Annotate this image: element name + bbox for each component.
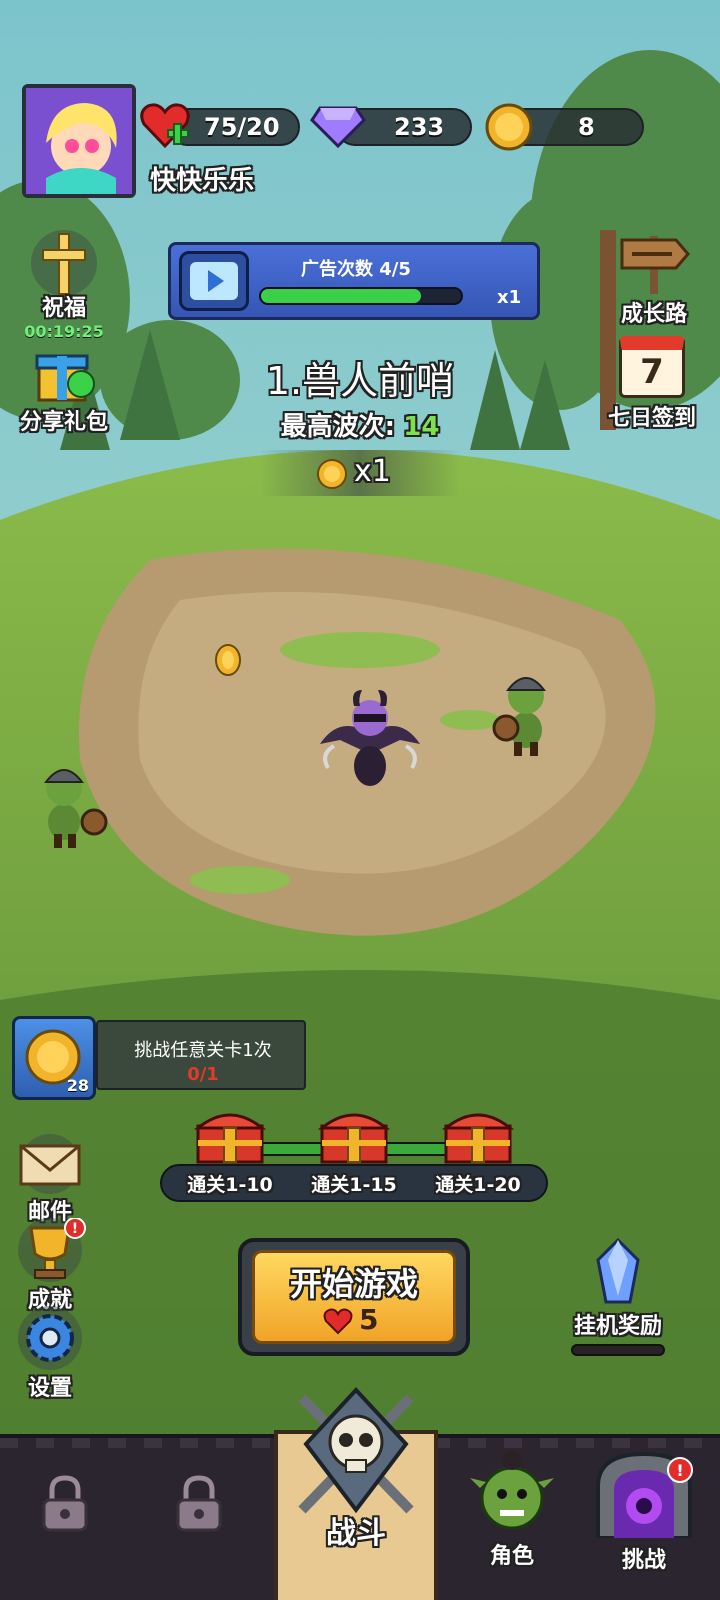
best-wave: 最高波次: 14 [0,406,720,443]
milestone-label: 通关1-15 [311,1174,397,1196]
treasure-chest-icon [193,1113,267,1164]
game-scene: 快快乐乐 75/20 233 8 祝福 00:19:25 分享礼包 广告次数 4… [0,0,720,1600]
start-game-button[interactable]: 开始游戏 5 [238,1238,470,1356]
avatar-portrait-icon [26,88,132,194]
nav-character-tab[interactable]: 角色 [470,1448,554,1588]
ad-multiplier: x1 [497,287,522,308]
gear-icon [18,1306,82,1370]
nav-locked-slot-2[interactable] [172,1474,226,1534]
stage-coin-reward-value: x1 [354,454,391,489]
idle-reward-button[interactable]: 挂机奖励 [562,1236,674,1356]
skull-swords-icon [298,1387,414,1514]
trophy-icon: ! [18,1218,86,1282]
heart-plus-icon[interactable] [140,100,190,152]
quest-reward-count: 28 [66,1076,89,1095]
lock-icon [42,1475,88,1532]
settings-label: 设置 [27,1376,72,1401]
quest-progress: 0/1 [187,1064,219,1085]
idle-reward-label: 挂机奖励 [573,1314,662,1339]
signpost-icon [620,236,690,294]
quest-text-box: 挑战任意关卡1次 0/1 [96,1020,306,1090]
orc-enemy-left [43,769,108,848]
nav-challenge-label: 挑战 [621,1548,666,1573]
heart-cost-icon [323,1308,353,1335]
ad-progress-fill [261,289,421,303]
coin-value: 8 [578,113,595,141]
growth-road-label: 成长路 [620,302,687,327]
reward-coin-icon [317,459,347,489]
blessing-timer: 00:19:25 [24,322,104,341]
start-game-label: 开始游戏 [289,1265,418,1303]
crystal-icon [596,1237,640,1304]
idle-reward-bar [571,1344,665,1356]
envelope-icon [19,1134,81,1194]
gem-value: 233 [394,113,445,141]
nav-challenge-tab[interactable]: ! 挑战 [584,1446,704,1590]
milestone-chest-3[interactable]: 通关1-20 [428,1106,528,1198]
orc-enemy-right [492,677,547,756]
quest-reward-icon: 28 [12,1016,96,1100]
milestone-label: 通关1-20 [435,1174,521,1196]
best-wave-value: 14 [403,412,440,442]
nav-character-label: 角色 [489,1544,534,1569]
play-video-icon [179,251,249,311]
milestone-chest-1[interactable]: 通关1-10 [180,1106,280,1198]
player-avatar[interactable] [22,84,136,198]
growth-road-button[interactable]: 成长路 [596,226,712,328]
settings-button[interactable]: 设置 [10,1306,90,1402]
nav-battle-tab[interactable]: 战斗 [268,1384,444,1600]
portal-icon: ! [596,1451,693,1540]
demon-hunter-hero [320,690,420,786]
lock-icon [176,1475,222,1532]
quest-text: 挑战任意关卡1次 [134,1040,272,1061]
stage-title: 1.兽人前哨 [265,359,455,403]
nav-battle-label: 战斗 [326,1516,386,1551]
achievements-button[interactable]: ! 成就 [10,1218,90,1314]
ad-count-label: 广告次数 4/5 [301,259,411,280]
treasure-chest-icon [317,1113,391,1164]
player-name: 快快乐乐 [150,166,255,196]
milestone-chest-2[interactable]: 通关1-15 [304,1106,404,1198]
diamond-icon [310,106,366,149]
blessing-label: 祝福 [41,296,86,321]
best-wave-label: 最高波次: [280,412,395,442]
treasure-chest-icon [441,1113,515,1164]
daily-quest-panel[interactable]: 挑战任意关卡1次 0/1 28 [12,1016,306,1102]
start-game-cost: 5 [359,1303,379,1336]
svg-text:!: ! [676,1461,683,1480]
nav-locked-slot-1[interactable] [38,1474,92,1534]
ad-watch-panel[interactable]: 广告次数 4/5 x1 [168,242,540,320]
dropped-coin-icon [215,644,241,676]
ad-progress-bar [259,287,463,305]
holy-cross-icon [31,230,97,296]
svg-text:!: ! [72,1221,78,1237]
energy-value: 75/20 [204,113,280,141]
mail-button[interactable]: 邮件 [10,1134,90,1226]
stage-coin-reward: x1 [260,450,460,496]
coin-icon [485,103,533,151]
blessing-button[interactable]: 祝福 00:19:25 [22,228,106,341]
milestone-label: 通关1-10 [187,1174,273,1196]
orc-head-icon [470,1450,554,1530]
